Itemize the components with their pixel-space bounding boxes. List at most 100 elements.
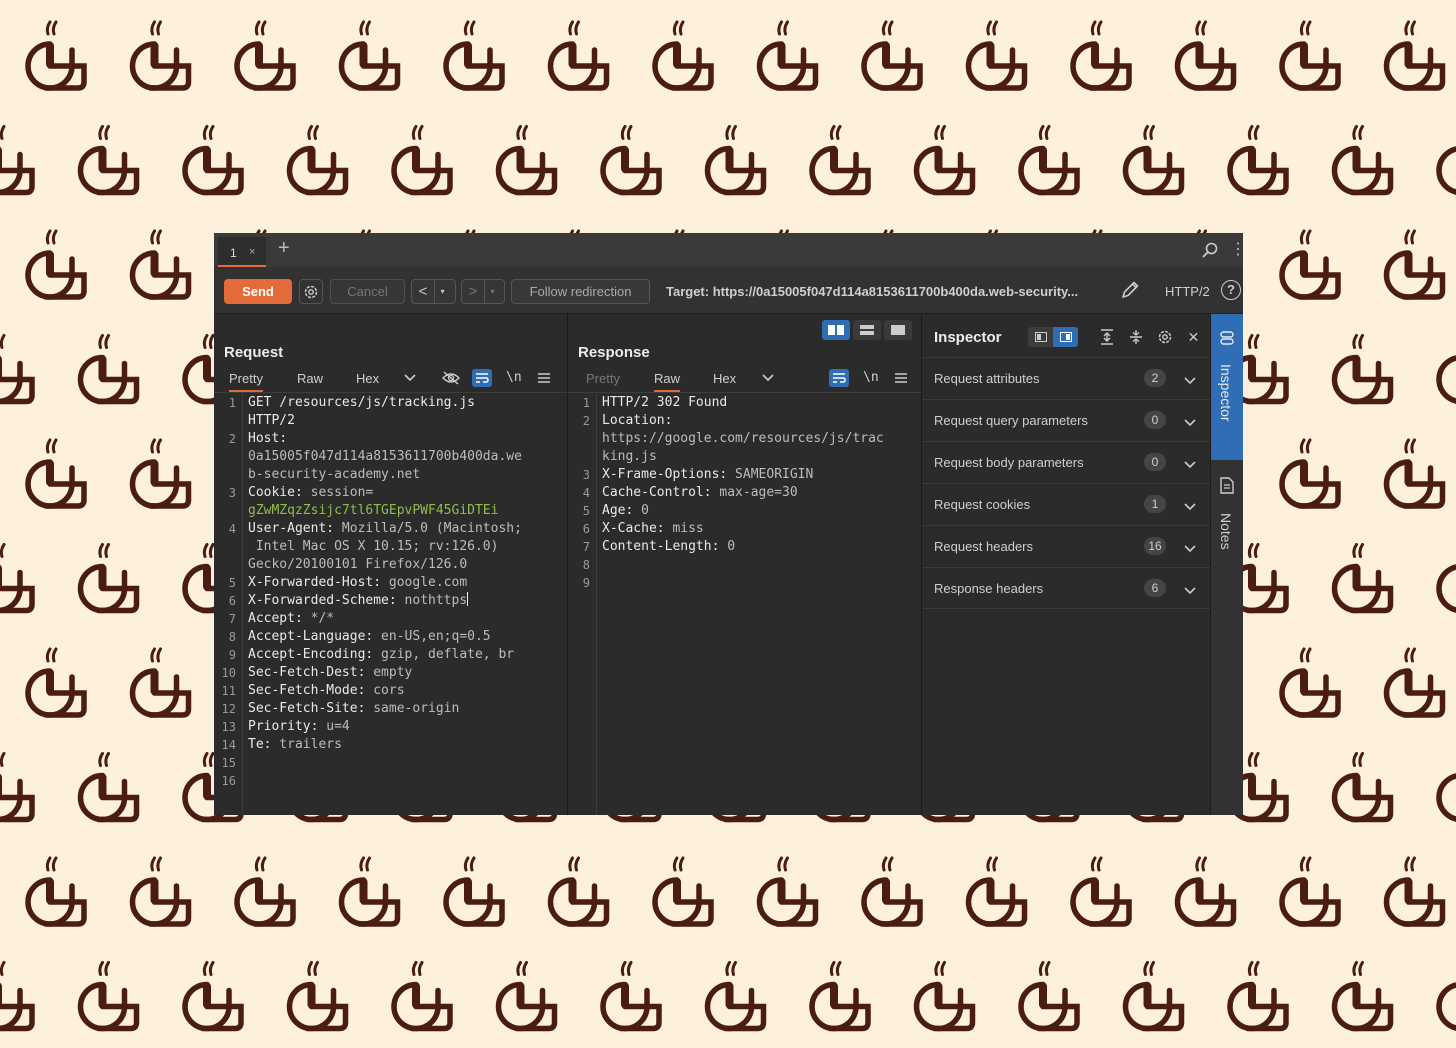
coffee-cup-icon (917, 127, 973, 193)
protocol-label[interactable]: HTTP/2 (1165, 284, 1210, 299)
word-wrap-icon[interactable] (829, 369, 849, 387)
search-icon[interactable] (1202, 242, 1218, 261)
single-layout-icon[interactable] (884, 320, 912, 340)
show-newlines-toggle[interactable]: \n (506, 370, 522, 385)
request-editor[interactable]: 1 GET /resources/js/tracking.js HTTP/2 2 Hos… (214, 394, 567, 815)
tab-raw[interactable]: Raw (297, 371, 323, 386)
coffee-cup-icon (446, 858, 502, 924)
line-number: 4 (582, 486, 590, 500)
header-value: same-origin (365, 701, 460, 716)
help-icon[interactable]: ? (1221, 280, 1241, 300)
gear-icon[interactable] (1150, 326, 1179, 348)
follow-redirection-button[interactable]: Follow redirection (511, 279, 650, 304)
line-text: Accept: */* (248, 610, 561, 628)
word-wrap-icon[interactable] (472, 369, 492, 387)
notes-icon[interactable] (1220, 477, 1234, 497)
coffee-cup-icon (0, 754, 32, 820)
tab-label: 1 (230, 246, 237, 260)
header-name: Host: (248, 431, 288, 446)
expand-all-icon[interactable] (1092, 326, 1121, 348)
chevron-down-icon[interactable] (758, 369, 778, 387)
panel-left-layout-icon[interactable] (1028, 327, 1053, 347)
line-text: Sec-Fetch-Mode: cors (248, 682, 561, 700)
coffee-cup-icon (864, 22, 920, 88)
tab-hex[interactable]: Hex (356, 371, 379, 386)
chevron-down-icon[interactable] (1184, 541, 1196, 556)
header-value: cors (365, 683, 405, 698)
hide-nonprintable-icon[interactable] (441, 369, 461, 387)
line-text: https://google.com/resources/js/trac (602, 430, 915, 448)
coffee-cup-icon (81, 336, 137, 402)
chevron-down-icon[interactable] (1184, 499, 1196, 514)
line-number: 1 (582, 396, 590, 410)
chevron-down-icon[interactable] (1184, 373, 1196, 388)
next-request-button[interactable]: > (462, 280, 484, 303)
previous-history-dropdown[interactable]: ▾ (434, 280, 450, 303)
coffee-cup-icon (133, 231, 189, 297)
coffee-cup-icon (81, 754, 137, 820)
line-number-gutter (568, 394, 597, 815)
header-name: Sec-Fetch-Site: (248, 701, 366, 716)
line-text: 0a15005f047d114a8153611700b400da.we (248, 448, 561, 466)
coffee-cup-icon (1335, 963, 1391, 1029)
add-tab-icon[interactable]: + (278, 238, 290, 258)
previous-request-group: < ▾ (411, 279, 456, 304)
section-label: Request query parameters (934, 413, 1088, 428)
inspector-side-tab[interactable]: Inspector (1211, 314, 1243, 460)
inspector-section-row[interactable]: Request attributes 2 (922, 357, 1210, 399)
line-number: 2 (228, 432, 236, 446)
collapse-all-icon[interactable] (1121, 326, 1150, 348)
coffee-cup-icon (499, 127, 555, 193)
cancel-button[interactable]: Cancel (330, 279, 405, 304)
settings-gear-button[interactable] (299, 279, 323, 304)
tab-pretty[interactable]: Pretty (229, 371, 263, 392)
inspector-section-row[interactable]: Request body parameters 0 (922, 441, 1210, 483)
previous-request-button[interactable]: < (412, 280, 434, 303)
close-icon[interactable]: ✕ (1179, 326, 1208, 348)
tab-hex[interactable]: Hex (713, 371, 736, 386)
inspector-section-row[interactable]: Request headers 16 (922, 525, 1210, 567)
coffee-cup-icon (1230, 127, 1286, 193)
repeater-tab-1[interactable]: 1 × (218, 237, 266, 267)
tab-pretty[interactable]: Pretty (586, 371, 620, 386)
menu-icon[interactable] (891, 369, 911, 387)
more-options-icon[interactable]: ⋮ (1230, 242, 1243, 258)
panel-right-layout-icon[interactable] (1053, 327, 1078, 347)
target-url[interactable]: Target: https://0a15005f047d114a81536117… (666, 284, 1114, 299)
chevron-down-icon[interactable] (1184, 415, 1196, 430)
side-by-side-layout-icon[interactable] (822, 320, 850, 340)
stacked-layout-icon[interactable] (853, 320, 881, 340)
menu-icon[interactable] (534, 369, 554, 387)
coffee-cup-icon (81, 127, 137, 193)
coffee-cup-icon (290, 127, 346, 193)
header-name: Sec-Fetch-Dest: (248, 665, 366, 680)
coffee-cup-icon (81, 963, 137, 1029)
coffee-cup-icon (1439, 754, 1456, 820)
chevron-down-icon[interactable] (1184, 457, 1196, 472)
inspector-section-row[interactable]: Request cookies 1 (922, 483, 1210, 525)
next-history-dropdown[interactable]: ▾ (484, 280, 500, 303)
coffee-cup-icon (551, 22, 607, 88)
inspector-section-row[interactable]: Request query parameters 0 (922, 399, 1210, 441)
chevron-down-icon[interactable] (1184, 583, 1196, 598)
edit-target-icon[interactable] (1120, 280, 1140, 303)
chevron-down-icon[interactable] (400, 369, 420, 387)
show-newlines-toggle[interactable]: \n (863, 370, 879, 385)
tab-close-icon[interactable]: × (249, 246, 255, 258)
header-value: b-security-academy.net (248, 467, 421, 482)
inspector-section-row[interactable]: Response headers 6 (922, 567, 1210, 609)
tab-raw[interactable]: Raw (654, 371, 681, 392)
coffee-cup-icon (1387, 22, 1443, 88)
header-name: Priority: (248, 719, 319, 734)
header-name: Age: (602, 503, 634, 518)
coffee-cup-icon (28, 22, 84, 88)
header-name: Cookie: (248, 485, 303, 500)
notes-side-label[interactable]: Notes (1218, 513, 1234, 550)
line-number: 6 (582, 522, 590, 536)
line-number: 15 (221, 756, 236, 770)
line-text: Sec-Fetch-Dest: empty (248, 664, 561, 682)
line-number: 7 (582, 540, 590, 554)
response-editor[interactable]: 1 HTTP/2 302 Found 2 Location: https://googl… (568, 394, 921, 815)
request-pane: Request Pretty Raw Hex \n 1 GET /resource… (214, 314, 568, 815)
send-button[interactable]: Send (224, 279, 292, 304)
